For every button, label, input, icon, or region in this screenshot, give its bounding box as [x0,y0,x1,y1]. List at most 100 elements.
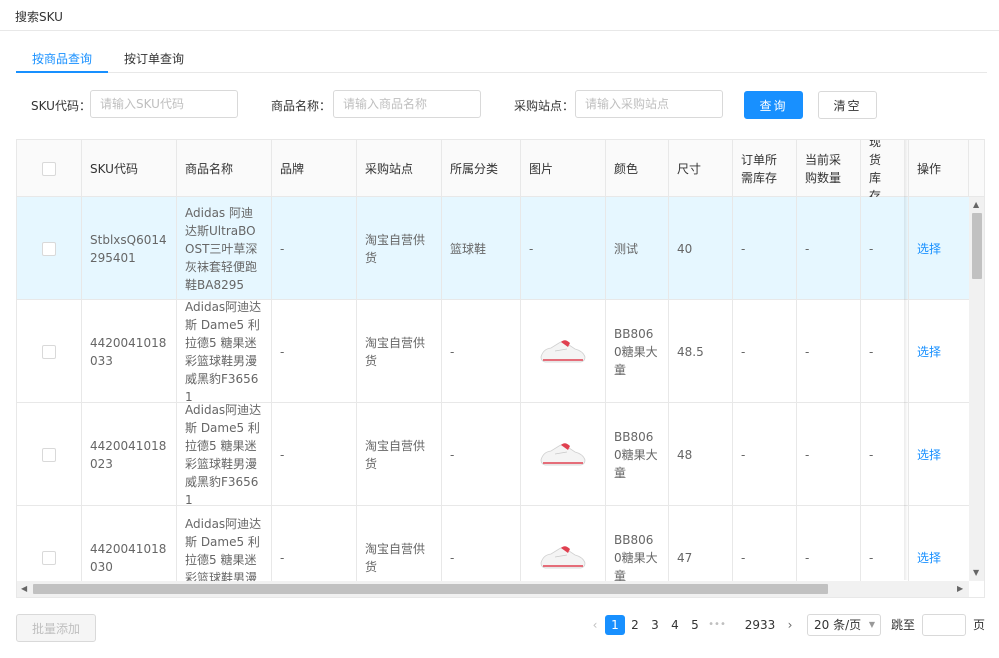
page-item[interactable]: 2933 [744,615,776,635]
order-stock-cell: - [733,197,797,300]
page-title: 搜索SKU [0,0,999,31]
batch-add-button[interactable]: 批量添加 [16,614,96,642]
spot-stock-cell: - [861,300,909,403]
size-cell: 40 [669,197,733,300]
row-checkbox-cell [17,300,82,403]
page-item[interactable]: 5 [685,615,705,635]
sku-cell: 4420041018033 [82,300,177,403]
image-cell [521,403,606,506]
brand-cell: - [272,300,357,403]
sku-input[interactable] [90,90,238,118]
column-header: 当前采购数量 [797,140,861,197]
category-cell: - [442,300,521,403]
column-header: 颜色 [606,140,669,197]
row-checkbox[interactable] [42,550,56,565]
column-header: 图片 [521,140,606,197]
purchase-qty-cell: - [797,300,861,403]
sku-search-page: 搜索SKU 按商品查询 按订单查询 SKU代码： 商品名称： 采购站点： 查询 … [0,0,999,658]
page-size-value: 20 条/页 [814,618,862,632]
scroll-right-icon[interactable]: ▶ [957,581,963,597]
spot-stock-cell: - [861,197,909,300]
select-all-checkbox[interactable] [42,161,56,176]
vertical-scroll-thumb[interactable] [972,213,982,279]
row-checkbox[interactable] [42,344,56,359]
vertical-scrollbar[interactable]: ▲ ▼ [969,197,984,581]
column-header: 所属分类 [442,140,521,197]
page-item[interactable]: 3 [645,615,665,635]
query-button[interactable]: 查询 [744,91,803,119]
shoe-image-icon [540,339,586,362]
horizontal-scroll-thumb[interactable] [33,584,828,594]
page-item[interactable]: 1 [605,615,625,635]
active-tab-indicator [16,71,108,73]
prev-page-icon[interactable]: ‹ [588,615,602,635]
tab-bar: 按商品查询 按订单查询 [16,44,987,73]
chevron-down-icon: ▼ [868,620,875,629]
select-all-cell [17,140,82,197]
page-item[interactable]: 4 [665,615,685,635]
order-stock-cell: - [733,403,797,506]
column-header: 品牌 [272,140,357,197]
row-checkbox[interactable] [42,241,56,256]
table-row[interactable]: StblxsQ6014295401 Adidas 阿迪达斯UltraBOOST三… [17,197,969,300]
select-link[interactable]: 选择 [909,197,969,300]
category-cell: - [442,403,521,506]
category-cell: 篮球鞋 [442,197,521,300]
jump-page-input[interactable] [922,614,966,636]
product-name-input[interactable] [333,90,481,118]
size-cell: 48.5 [669,300,733,403]
row-checkbox[interactable] [42,447,56,462]
column-header: 尺寸 [669,140,733,197]
select-link[interactable]: 选择 [909,403,969,506]
scroll-up-icon[interactable]: ▲ [973,197,979,213]
select-link[interactable]: 选择 [909,300,969,403]
color-cell: BB8060糖果大童 [606,403,669,506]
scroll-left-icon[interactable]: ◀ [21,581,27,597]
site-cell: 淘宝自营供货 [357,403,442,506]
product-name-cell: Adidas 阿迪达斯UltraBOOST三叶草深灰袜套轻便跑鞋BA8295 [177,197,272,300]
product-name-label: 商品名称： [271,99,332,113]
image-cell [521,300,606,403]
fixed-column-shadow [904,140,908,580]
tab-by-order[interactable]: 按订单查询 [124,50,184,67]
purchase-site-input[interactable] [575,90,723,118]
horizontal-scrollbar[interactable]: ◀ ▶ [17,581,969,597]
product-name-cell: Adidas阿迪达斯 Dame5 利拉德5 糖果迷彩篮球鞋男漫威黑豹F36561 [177,300,272,403]
spot-stock-cell: - [861,403,909,506]
row-checkbox-cell [17,403,82,506]
row-checkbox-cell [17,197,82,300]
color-cell: 测试 [606,197,669,300]
column-header: 采购站点 [357,140,442,197]
page-unit-label: 页 [972,618,985,632]
next-page-icon[interactable]: › [783,615,797,635]
column-header: 操作 [909,140,969,197]
scroll-down-icon[interactable]: ▼ [973,565,979,581]
table-row[interactable]: 4420041018033 Adidas阿迪达斯 Dame5 利拉德5 糖果迷彩… [17,300,969,403]
jump-label: 跳至 [890,618,915,632]
size-cell: 48 [669,403,733,506]
tab-by-product[interactable]: 按商品查询 [32,50,92,67]
image-cell: - [521,197,606,300]
shoe-image-icon [540,442,586,465]
page-ellipsis[interactable]: ••• [706,615,728,635]
sku-table: SKU代码 商品名称 品牌 采购站点 所属分类 图片 颜色 尺寸 订单所需库存 … [16,139,985,598]
purchase-site-label: 采购站点： [514,99,575,113]
table-header: SKU代码 商品名称 品牌 采购站点 所属分类 图片 颜色 尺寸 订单所需库存 … [17,140,984,203]
order-stock-cell: - [733,300,797,403]
sku-label: SKU代码： [31,99,91,113]
site-cell: 淘宝自营供货 [357,197,442,300]
table-row[interactable]: 4420041018023 Adidas阿迪达斯 Dame5 利拉德5 糖果迷彩… [17,403,969,506]
brand-cell: - [272,403,357,506]
column-header: 订单所需库存 [733,140,797,197]
column-header: 商品名称 [177,140,272,197]
sku-cell: StblxsQ6014295401 [82,197,177,300]
clear-button[interactable]: 清空 [818,91,877,119]
page-size-select[interactable]: 20 条/页 ▼ [807,614,881,636]
site-cell: 淘宝自营供货 [357,300,442,403]
color-cell: BB8060糖果大童 [606,300,669,403]
product-name-cell: Adidas阿迪达斯 Dame5 利拉德5 糖果迷彩篮球鞋男漫威黑豹F36561 [177,403,272,506]
brand-cell: - [272,197,357,300]
column-header: 现货库存 [861,140,909,203]
sku-cell: 4420041018023 [82,403,177,506]
page-item[interactable]: 2 [625,615,645,635]
